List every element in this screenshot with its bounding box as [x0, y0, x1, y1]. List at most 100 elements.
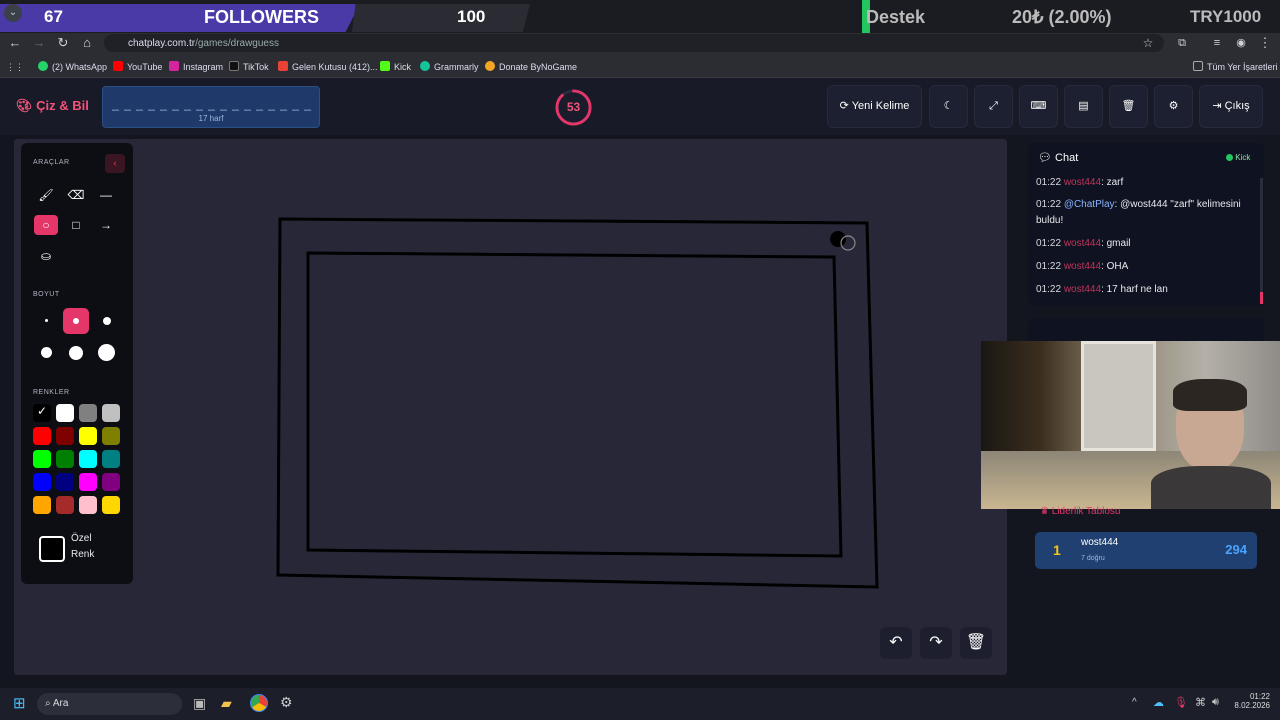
color-swatch[interactable] [56, 427, 74, 445]
size-option-1[interactable] [34, 310, 58, 332]
bookmark-youtube[interactable]: YouTube [113, 59, 162, 75]
color-swatch[interactable] [56, 404, 74, 422]
rectangle-tool[interactable]: □ [64, 215, 88, 235]
size-option-2[interactable] [63, 308, 89, 334]
dark-mode-button[interactable]: ☾ [929, 85, 968, 128]
size-option-5[interactable] [64, 342, 88, 364]
paint-bucket-icon: ⛀ [40, 249, 52, 263]
color-swatch[interactable] [33, 473, 51, 491]
extensions-icon[interactable]: ⧉ [1171, 33, 1193, 53]
line-tool[interactable]: — [94, 185, 118, 205]
color-swatch[interactable] [102, 473, 120, 491]
clear-canvas-button[interactable]: 🗑︎ [960, 627, 992, 659]
logout-icon: ⇥ [1212, 100, 1225, 112]
avatar[interactable]: ◉ [1230, 33, 1252, 53]
chat-message: 01:22 wost444: OHA [1036, 261, 1129, 272]
archive-button[interactable]: ▤ [1064, 85, 1103, 128]
windows-start-icon[interactable]: ⊞ [13, 696, 29, 712]
star-icon[interactable]: ☆ [1137, 33, 1159, 53]
archive-icon: ▤ [1078, 100, 1089, 112]
app-icon[interactable]: ⚙ [280, 694, 293, 711]
color-swatch[interactable] [79, 427, 97, 445]
menu-icon[interactable]: ⋮ [1254, 33, 1276, 53]
support-amount: 20₺ (2.00%) [1012, 7, 1112, 27]
bookmark-instagram[interactable]: Instagram [169, 59, 223, 75]
colors-title: RENKLER [33, 389, 70, 396]
size-option-3[interactable] [95, 310, 119, 332]
timer-value: 53 [566, 100, 581, 114]
media-icon[interactable]: ≡ [1206, 33, 1228, 53]
color-swatch[interactable] [33, 450, 51, 468]
fullscreen-button[interactable]: ⤢ [974, 85, 1013, 128]
reload-icon[interactable]: ↻ [52, 33, 74, 53]
home-icon[interactable]: ⌂ [76, 33, 98, 53]
tray-chevron-icon[interactable]: ^ [1132, 697, 1137, 708]
keyboard-button[interactable]: ⌨ [1019, 85, 1058, 128]
address-bar[interactable]: chatplay.com.tr/games/drawguess [104, 34, 1164, 52]
color-swatch[interactable] [56, 473, 74, 491]
size-title: BOYUT [33, 291, 60, 298]
taskbar-search[interactable]: ⌕ Ara [37, 693, 182, 715]
color-swatch[interactable] [79, 496, 97, 514]
circle-tool[interactable]: ○ [34, 215, 58, 235]
brush-tool[interactable]: 🖌︎ [34, 185, 58, 205]
drawing-strokes [276, 217, 879, 589]
arrow-tool[interactable]: → [94, 215, 118, 235]
cursor-dot [830, 231, 846, 247]
status-dot-icon [1226, 154, 1233, 161]
bookmark-tiktok[interactable]: TikTok [229, 59, 269, 75]
custom-color-swatch[interactable] [39, 536, 65, 562]
color-swatch[interactable] [79, 473, 97, 491]
size-option-4[interactable] [34, 342, 58, 364]
support-goal: TRY1000 [1190, 7, 1262, 26]
player-name: wost444 [1081, 537, 1119, 548]
onedrive-icon[interactable]: ☁ [1153, 696, 1164, 709]
undo-button[interactable]: ↶ [880, 627, 912, 659]
exit-button[interactable]: ⇥ Çıkış [1199, 85, 1263, 128]
bookmark-kick[interactable]: Kick [380, 59, 411, 75]
new-word-button[interactable]: ⟳ Yeni Kelime [827, 85, 922, 128]
color-swatch[interactable] [79, 404, 97, 422]
bookmark-gmail[interactable]: Gelen Kutusu (412)... [278, 59, 378, 75]
chevron-down-icon[interactable]: ⌄ [4, 4, 22, 22]
apps-icon[interactable]: ⋮⋮ [6, 59, 24, 75]
back-icon[interactable]: ← [4, 33, 26, 53]
search-icon: ⌕ [45, 698, 53, 709]
chrome-icon[interactable] [250, 694, 268, 712]
color-swatch[interactable] [102, 427, 120, 445]
url-path: /games/drawguess [195, 38, 279, 49]
clock[interactable]: 01:22 8.02.2026 [1232, 692, 1270, 710]
color-swatch[interactable] [33, 496, 51, 514]
chat-scrollbar[interactable] [1260, 178, 1263, 304]
delete-button[interactable]: 🗑︎ [1109, 85, 1148, 128]
color-swatch[interactable] [56, 496, 74, 514]
network-icon[interactable]: ⌘ [1195, 696, 1206, 709]
forward-icon[interactable]: → [28, 33, 50, 53]
volume-icon[interactable]: 🔊︎ [1212, 696, 1219, 709]
color-swatch[interactable] [102, 496, 120, 514]
fill-tool[interactable]: ⛀ [34, 246, 58, 266]
gear-icon: ⚙ [1168, 100, 1179, 112]
bookmark-whatsapp[interactable]: (2) WhatsApp [38, 59, 107, 75]
size-option-6[interactable] [94, 342, 118, 364]
task-view-icon[interactable]: ▣ [193, 695, 206, 712]
refresh-icon: ⟳ [839, 100, 852, 112]
redo-icon: ↷ [929, 634, 943, 651]
microphone-icon[interactable]: 🎙︎ [1174, 696, 1188, 709]
all-bookmarks[interactable]: Tüm Yer İşaretleri [1193, 59, 1278, 75]
color-swatch[interactable] [102, 450, 120, 468]
settings-button[interactable]: ⚙ [1154, 85, 1193, 128]
collapse-panel-button[interactable]: ‹ [105, 154, 125, 173]
file-explorer-icon[interactable]: ▰ [221, 695, 232, 712]
followers-target-bar [352, 4, 530, 32]
redo-button[interactable]: ↷ [920, 627, 952, 659]
bookmark-grammarly[interactable]: Grammarly [420, 59, 479, 75]
bookmark-bynogame[interactable]: Donate ByNoGame [485, 59, 577, 75]
eraser-tool[interactable]: ⌫ [64, 185, 88, 205]
color-swatch[interactable] [56, 450, 74, 468]
line-icon: — [100, 188, 112, 202]
color-swatch[interactable] [33, 427, 51, 445]
color-swatch[interactable] [79, 450, 97, 468]
color-swatch[interactable] [102, 404, 120, 422]
chat-bubble-icon: 💬︎ [1038, 152, 1056, 164]
